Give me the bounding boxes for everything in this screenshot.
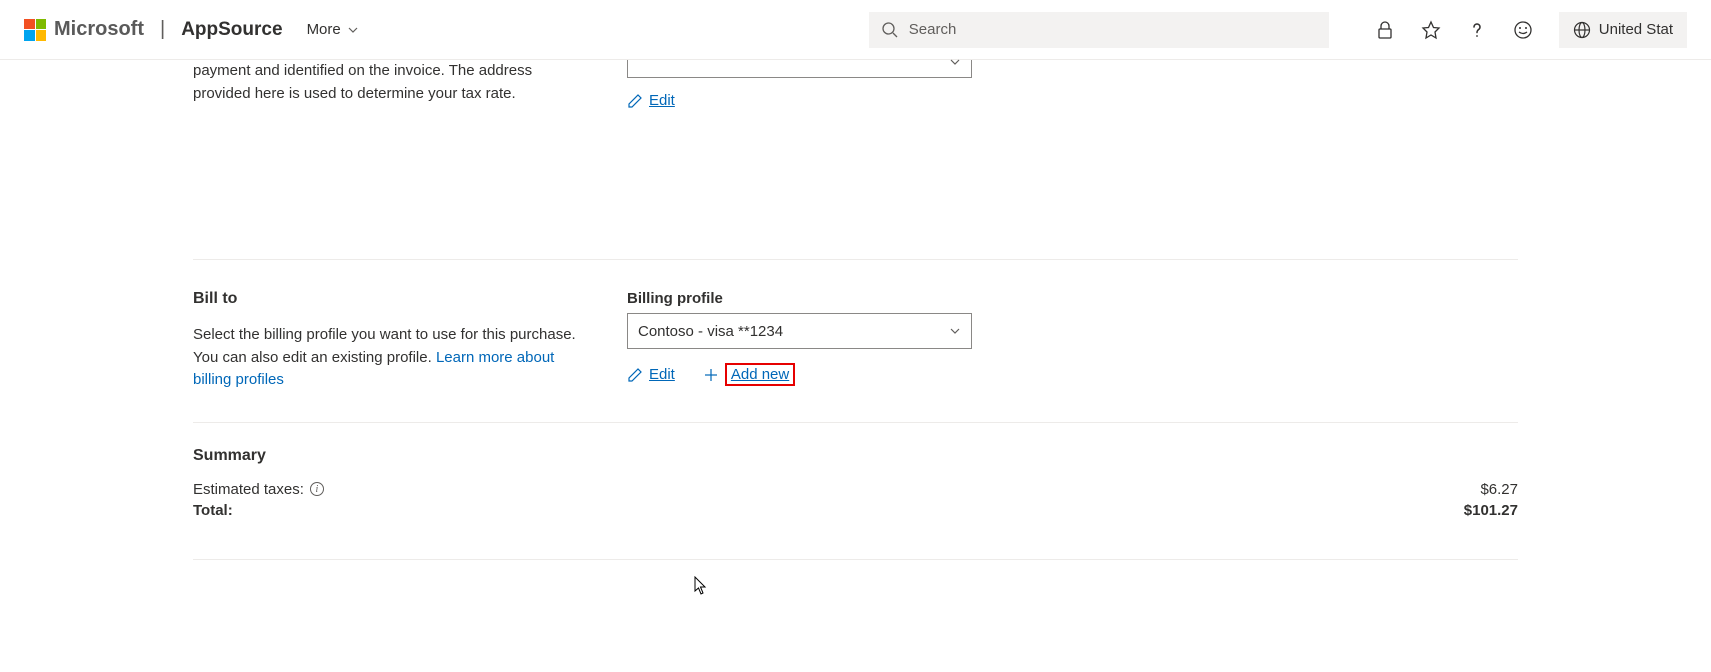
header-icons — [1375, 20, 1533, 40]
microsoft-logo[interactable]: Microsoft — [24, 18, 144, 41]
feedback-icon[interactable] — [1513, 20, 1533, 40]
help-icon[interactable] — [1467, 20, 1487, 40]
billing-edit-link[interactable]: Edit — [627, 366, 675, 383]
microsoft-brand-text: Microsoft — [54, 18, 144, 41]
pencil-icon — [627, 93, 643, 109]
estimated-taxes-label: Estimated taxes: — [193, 481, 304, 498]
header-divider: | — [160, 18, 165, 41]
info-icon[interactable]: i — [310, 482, 324, 496]
microsoft-logo-icon — [24, 19, 46, 41]
more-label: More — [307, 21, 341, 38]
more-button[interactable]: More — [307, 21, 359, 38]
plus-icon — [703, 367, 719, 383]
sold-to-description: payment and identified on the invoice. T… — [193, 60, 587, 105]
estimated-taxes-value: $6.27 — [1480, 481, 1518, 498]
appsource-title[interactable]: AppSource — [181, 19, 282, 41]
edit-label: Edit — [649, 92, 675, 109]
bill-to-description: Select the billing profile you want to u… — [193, 324, 587, 392]
cursor-icon — [694, 576, 708, 596]
total-value: $101.27 — [1464, 502, 1518, 519]
summary-title: Summary — [193, 447, 1518, 465]
chevron-down-icon — [949, 56, 961, 68]
search-input[interactable] — [909, 21, 1317, 38]
total-row: Total: $101.27 — [193, 502, 1518, 519]
lock-icon[interactable] — [1375, 20, 1395, 40]
region-label: United Stat — [1599, 21, 1673, 38]
bill-to-title: Bill to — [193, 290, 587, 308]
billing-profile-label: Billing profile — [627, 290, 1518, 307]
summary-section: Summary Estimated taxes: i $6.27 Total: … — [193, 423, 1518, 560]
add-new-label: Add new — [731, 366, 789, 383]
search-icon — [881, 21, 899, 39]
sold-to-edit-link[interactable]: Edit — [627, 92, 675, 109]
search-box[interactable] — [869, 12, 1329, 48]
region-button[interactable]: United Stat — [1559, 12, 1687, 48]
billing-profile-selected: Contoso - visa **1234 — [638, 323, 783, 340]
star-icon[interactable] — [1421, 20, 1441, 40]
estimated-taxes-row: Estimated taxes: i $6.27 — [193, 481, 1518, 498]
billing-profile-dropdown[interactable]: Contoso - visa **1234 — [627, 313, 972, 349]
chevron-down-icon — [347, 24, 359, 36]
edit-label: Edit — [649, 366, 675, 383]
add-new-highlight: Add new — [725, 363, 795, 386]
top-header: Microsoft | AppSource More United Stat — [0, 0, 1711, 60]
sold-to-dropdown[interactable] — [627, 60, 972, 78]
total-label: Total: — [193, 502, 233, 519]
main-content: payment and identified on the invoice. T… — [173, 60, 1538, 560]
globe-icon — [1573, 21, 1591, 39]
billing-add-new-link[interactable]: Add new — [703, 363, 795, 386]
chevron-down-icon — [949, 325, 961, 337]
pencil-icon — [627, 367, 643, 383]
bill-to-section: Bill to Select the billing profile you w… — [193, 260, 1518, 423]
sold-to-section: payment and identified on the invoice. T… — [193, 60, 1518, 260]
